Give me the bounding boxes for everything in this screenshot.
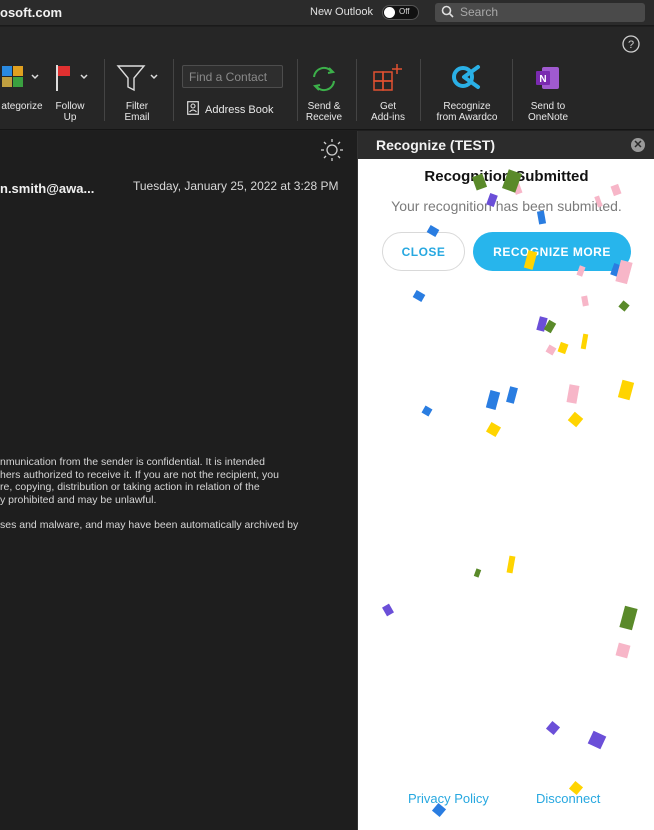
search-box[interactable] xyxy=(435,3,645,22)
send-to-onenote-label: Send to OneNote xyxy=(527,101,569,123)
get-add-ins-button[interactable]: Get Add-ins xyxy=(366,64,410,123)
svg-text:?: ? xyxy=(628,39,634,51)
confetti-piece xyxy=(617,379,635,401)
ribbon-separator xyxy=(420,59,421,121)
confetti-piece xyxy=(580,333,589,350)
scan-note: ses and malware, and may have been autom… xyxy=(0,519,299,531)
address-book-label: Address Book xyxy=(205,103,274,116)
ribbon-separator xyxy=(104,59,105,121)
message-date: Tuesday, January 25, 2022 at 3:28 PM xyxy=(133,179,339,193)
categorize-label: ategorize xyxy=(1,101,43,112)
confetti-piece xyxy=(610,183,622,197)
recognize-more-button[interactable]: RECOGNIZE MORE xyxy=(473,232,631,271)
confetti-piece xyxy=(506,386,518,404)
flag-icon xyxy=(50,64,90,97)
confetti-piece xyxy=(543,319,557,334)
confidentiality-disclaimer: nmunication from the sender is confident… xyxy=(0,456,357,506)
confetti-piece xyxy=(587,730,607,750)
confetti-piece xyxy=(421,405,433,417)
new-outlook-label: New Outlook xyxy=(310,6,373,18)
close-icon[interactable]: ✕ xyxy=(631,138,645,152)
help-icon[interactable]: ? xyxy=(622,35,640,58)
add-ins-icon xyxy=(366,64,410,97)
ribbon-separator xyxy=(173,59,174,121)
send-to-onenote-button[interactable]: N Send to OneNote xyxy=(520,64,576,123)
find-contact-input[interactable] xyxy=(183,66,282,87)
disclaimer-line: y prohibited and may be unlawful. xyxy=(0,493,157,506)
confetti-piece xyxy=(557,341,569,355)
success-title: Recognition Submitted xyxy=(424,168,589,185)
confetti-piece xyxy=(566,384,580,404)
toggle-knob xyxy=(384,7,395,18)
confetti-piece xyxy=(545,720,561,736)
new-outlook-toggle[interactable]: Off xyxy=(382,5,419,20)
ribbon-separator xyxy=(512,59,513,121)
disclaimer-line: re, copying, distribution or taking acti… xyxy=(0,481,260,493)
confetti-piece xyxy=(485,390,501,410)
privacy-policy-link[interactable]: Privacy Policy xyxy=(408,791,489,806)
svg-text:N: N xyxy=(539,74,546,85)
awardco-icon xyxy=(428,64,506,97)
addin-header: Recognize (TEST) ✕ xyxy=(358,131,654,159)
follow-up-label: Follow Up xyxy=(55,101,85,123)
send-receive-button[interactable]: Send & Receive xyxy=(302,64,346,123)
addin-title: Recognize (TEST) xyxy=(376,137,496,153)
follow-up-button[interactable]: Follow Up xyxy=(50,64,90,123)
search-input[interactable] xyxy=(460,4,640,20)
app-title: osoft.com xyxy=(0,5,63,20)
disclaimer-line: nmunication from the sender is confident… xyxy=(0,456,265,468)
get-add-ins-label: Get Add-ins xyxy=(371,101,405,123)
recognize-awardco-label: Recognize from Awardco xyxy=(436,101,498,123)
confetti-piece xyxy=(615,642,631,659)
sun-icon[interactable] xyxy=(321,139,343,166)
onenote-icon: N xyxy=(520,64,576,97)
confetti-piece xyxy=(618,300,630,312)
confetti-piece xyxy=(581,295,589,307)
ribbon-toolbar: ? ategorize Follow Up Filter Email Addre… xyxy=(0,27,654,130)
confetti-piece xyxy=(473,568,482,578)
reading-pane: n.smith@awa... Tuesday, January 25, 2022… xyxy=(0,131,357,830)
disconnect-link[interactable]: Disconnect xyxy=(536,791,600,806)
sender-address[interactable]: n.smith@awa... xyxy=(0,181,94,196)
address-book-button[interactable]: Address Book xyxy=(187,101,273,118)
categorize-button[interactable]: ategorize xyxy=(0,64,44,112)
ribbon-separator xyxy=(297,59,298,121)
toggle-state: Off xyxy=(399,7,410,16)
sync-icon xyxy=(302,64,346,97)
close-button[interactable]: CLOSE xyxy=(382,232,465,271)
confetti-piece xyxy=(567,411,584,428)
recognize-awardco-button[interactable]: Recognize from Awardco xyxy=(428,64,506,123)
filter-icon xyxy=(114,64,160,97)
send-receive-label: Send & Receive xyxy=(305,101,343,123)
disclaimer-line: hers authorized to receive it. If you ar… xyxy=(0,468,279,481)
confetti-piece xyxy=(485,421,502,438)
title-bar: osoft.com New Outlook Off xyxy=(0,0,654,26)
filter-email-label: Filter Email xyxy=(124,101,150,123)
success-message: Your recognition has been submitted. xyxy=(391,198,622,214)
confetti-piece xyxy=(506,555,516,574)
categorize-icon xyxy=(0,64,44,97)
filter-email-button[interactable]: Filter Email xyxy=(114,64,160,123)
ribbon-separator xyxy=(356,59,357,121)
confetti-piece xyxy=(536,316,548,332)
confetti-piece xyxy=(619,605,638,631)
find-contact-box[interactable] xyxy=(182,65,283,88)
confetti-piece xyxy=(545,344,557,356)
confetti-piece xyxy=(412,290,426,302)
address-book-icon xyxy=(187,101,199,118)
recognize-addin-pane: Recognize (TEST) ✕ Recognition Submitted… xyxy=(357,131,654,830)
confetti-piece xyxy=(382,603,394,617)
search-icon xyxy=(441,5,454,23)
